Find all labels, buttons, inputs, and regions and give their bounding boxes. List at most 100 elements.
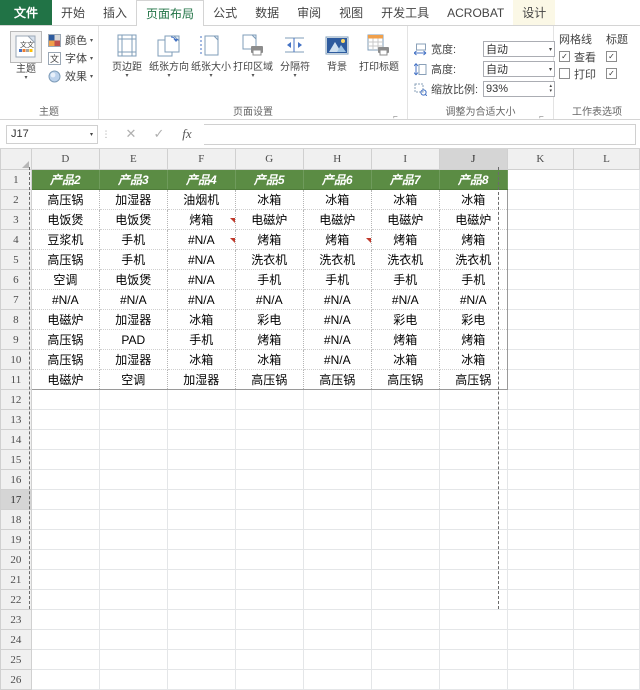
empty-cell-I16[interactable] (371, 469, 440, 490)
empty-cell-F20[interactable] (167, 549, 236, 570)
empty-cell-G19[interactable] (235, 529, 304, 550)
empty-cell-K23[interactable] (507, 609, 574, 630)
empty-cell-K19[interactable] (507, 529, 574, 550)
empty-cell-K8[interactable] (507, 309, 574, 330)
empty-cell-K6[interactable] (507, 269, 574, 290)
empty-cell-L21[interactable] (573, 569, 640, 590)
empty-cell-G13[interactable] (235, 409, 304, 430)
theme-effects-button[interactable]: 效果 ▾ (47, 67, 93, 85)
row-header-2[interactable]: 2 (0, 189, 32, 210)
row-header-16[interactable]: 16 (0, 469, 32, 490)
row-header-10[interactable]: 10 (0, 349, 32, 370)
data-cell-H3[interactable]: 电磁炉 (303, 209, 372, 230)
empty-cell-G26[interactable] (235, 669, 304, 690)
empty-cell-E19[interactable] (99, 529, 168, 550)
data-cell-H5[interactable]: 洗衣机 (303, 249, 372, 270)
tab-7[interactable]: 视图 (330, 0, 372, 25)
empty-cell-E23[interactable] (99, 609, 168, 630)
empty-cell-K26[interactable] (507, 669, 574, 690)
data-cell-I5[interactable]: 洗衣机 (371, 249, 440, 270)
empty-cell-F15[interactable] (167, 449, 236, 470)
empty-cell-L14[interactable] (573, 429, 640, 450)
empty-cell-D22[interactable] (31, 589, 100, 610)
headings-view-checkbox[interactable]: ✓ (606, 51, 618, 62)
empty-cell-G12[interactable] (235, 389, 304, 410)
empty-cell-L7[interactable] (573, 289, 640, 310)
column-header-e[interactable]: E (98, 149, 168, 170)
empty-cell-H13[interactable] (303, 409, 372, 430)
empty-cell-E21[interactable] (99, 569, 168, 590)
empty-cell-L8[interactable] (573, 309, 640, 330)
accept-icon[interactable]: ✓ (152, 126, 166, 142)
empty-cell-H17[interactable] (303, 489, 372, 510)
empty-cell-K3[interactable] (507, 209, 574, 230)
data-cell-H6[interactable]: 手机 (303, 269, 372, 290)
data-cell-H11[interactable]: 高压锅 (303, 369, 372, 390)
data-cell-D2[interactable]: 高压锅 (30, 189, 100, 210)
empty-cell-J24[interactable] (439, 629, 508, 650)
empty-cell-H25[interactable] (303, 649, 372, 670)
scale-height-combo[interactable]: 自动 ▾ (483, 61, 556, 77)
header-cell-G1[interactable]: 产品5 (235, 169, 304, 190)
data-cell-F11[interactable]: 加湿器 (167, 369, 236, 390)
row-header-8[interactable]: 8 (0, 309, 32, 330)
empty-cell-E15[interactable] (99, 449, 168, 470)
tab-5[interactable]: 数据 (246, 0, 288, 25)
name-box[interactable]: J17 ▾ (6, 124, 98, 144)
data-cell-G2[interactable]: 冰箱 (235, 189, 304, 210)
data-cell-F9[interactable]: 手机 (167, 329, 236, 350)
empty-cell-G21[interactable] (235, 569, 304, 590)
empty-cell-G14[interactable] (235, 429, 304, 450)
scale-width-combo[interactable]: 自动 ▾ (483, 41, 556, 57)
empty-cell-I25[interactable] (371, 649, 440, 670)
empty-cell-F23[interactable] (167, 609, 236, 630)
data-cell-F4[interactable]: #N/A (167, 229, 236, 250)
row-header-11[interactable]: 11 (0, 369, 32, 390)
empty-cell-J23[interactable] (439, 609, 508, 630)
data-cell-F6[interactable]: #N/A (167, 269, 236, 290)
tab-0[interactable]: 文件 (0, 0, 53, 25)
data-cell-G4[interactable]: 烤箱 (235, 229, 304, 250)
empty-cell-F17[interactable] (167, 489, 236, 510)
headings-print-row[interactable]: ✓ (606, 65, 628, 82)
data-cell-D8[interactable]: 电磁炉 (30, 309, 100, 330)
row-header-1[interactable]: 1 (0, 169, 32, 190)
data-cell-E6[interactable]: 电饭煲 (99, 269, 168, 290)
empty-cell-F14[interactable] (167, 429, 236, 450)
empty-cell-H22[interactable] (303, 589, 372, 610)
data-cell-E4[interactable]: 手机 (99, 229, 168, 250)
empty-cell-I14[interactable] (371, 429, 440, 450)
empty-cell-H23[interactable] (303, 609, 372, 630)
data-cell-I6[interactable]: 手机 (371, 269, 440, 290)
tab-9[interactable]: ACROBAT (438, 0, 513, 25)
empty-cell-K16[interactable] (507, 469, 574, 490)
header-cell-F1[interactable]: 产品4 (167, 169, 236, 190)
data-cell-E9[interactable]: PAD (99, 329, 168, 350)
header-cell-D1[interactable]: 产品2 (31, 169, 100, 190)
empty-cell-L12[interactable] (573, 389, 640, 410)
empty-cell-L19[interactable] (573, 529, 640, 550)
empty-cell-H12[interactable] (303, 389, 372, 410)
empty-cell-I21[interactable] (371, 569, 440, 590)
chevron-down-icon[interactable]: ▾ (90, 131, 93, 138)
page-setup-margins-button[interactable]: 页边距 ▾ (106, 29, 148, 79)
data-cell-D7[interactable]: #N/A (30, 289, 100, 310)
data-cell-I4[interactable]: 烤箱 (371, 229, 440, 250)
empty-cell-E16[interactable] (99, 469, 168, 490)
page-setup-background-button[interactable]: 背景 (316, 29, 358, 73)
gridlines-view-checkbox[interactable]: ✓ (559, 51, 571, 62)
empty-cell-E17[interactable] (99, 489, 168, 510)
page-setup-breaks-button[interactable]: 分隔符 ▾ (274, 29, 316, 79)
empty-cell-K11[interactable] (507, 369, 574, 390)
empty-cell-F25[interactable] (167, 649, 236, 670)
empty-cell-K7[interactable] (507, 289, 574, 310)
tab-6[interactable]: 审阅 (288, 0, 330, 25)
empty-cell-L18[interactable] (573, 509, 640, 530)
empty-cell-L24[interactable] (573, 629, 640, 650)
empty-cell-H21[interactable] (303, 569, 372, 590)
empty-cell-L26[interactable] (573, 669, 640, 690)
empty-cell-I12[interactable] (371, 389, 440, 410)
empty-cell-L22[interactable] (573, 589, 640, 610)
data-cell-G9[interactable]: 烤箱 (235, 329, 304, 350)
empty-cell-F18[interactable] (167, 509, 236, 530)
